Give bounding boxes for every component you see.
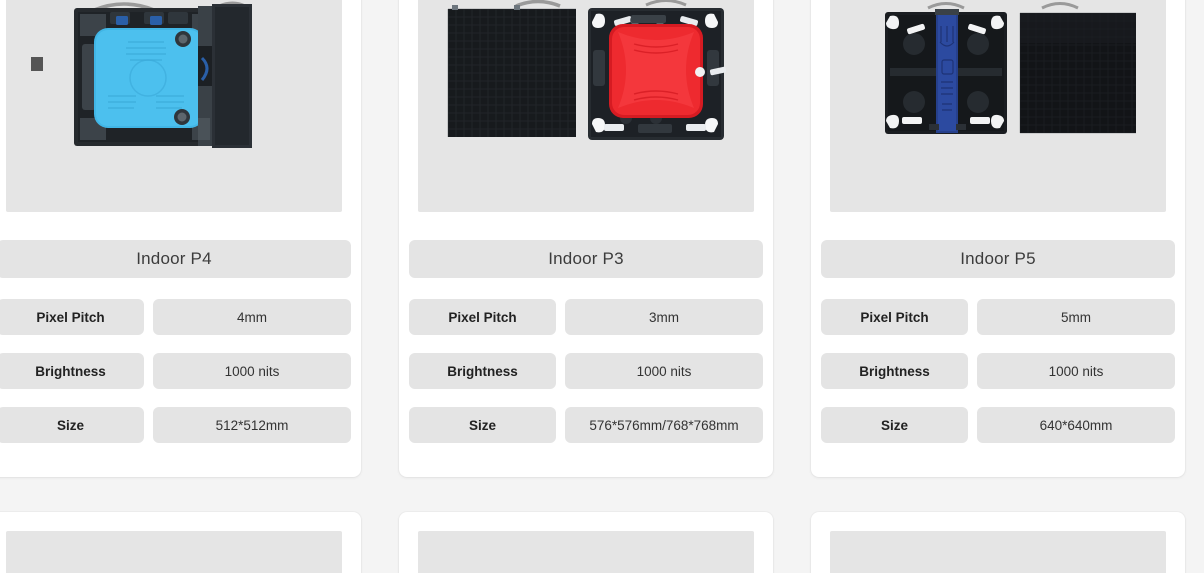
spec-row: Size 576*576mm/768*768mm <box>409 407 763 443</box>
product-card[interactable] <box>0 512 361 573</box>
product-grid-page: Indoor P4 Pixel Pitch 4mm Brightness 1000 ni… <box>0 0 1204 573</box>
spec-label: Brightness <box>0 353 144 389</box>
spec-value: 5mm <box>977 299 1175 335</box>
spec-row: Pixel Pitch 4mm <box>0 299 351 335</box>
led-cabinet-red-photo <box>428 0 744 212</box>
spec-value: 4mm <box>153 299 351 335</box>
spec-label: Brightness <box>821 353 968 389</box>
spec-value: 640*640mm <box>977 407 1175 443</box>
product-card[interactable]: Indoor P5 Pixel Pitch 5mm Brightness 1000 ni… <box>811 0 1185 477</box>
spec-label: Size <box>0 407 144 443</box>
spec-label: Pixel Pitch <box>0 299 144 335</box>
product-image <box>830 0 1166 212</box>
product-image <box>830 531 1166 573</box>
product-card[interactable] <box>399 512 773 573</box>
spec-value: 3mm <box>565 299 763 335</box>
spec-row: Pixel Pitch 5mm <box>821 299 1175 335</box>
spec-row: Brightness 1000 nits <box>409 353 763 389</box>
spec-label: Pixel Pitch <box>821 299 968 335</box>
spec-value: 1000 nits <box>153 353 351 389</box>
spec-label: Brightness <box>409 353 556 389</box>
spec-list: Pixel Pitch 4mm Brightness 1000 nits Size 512… <box>0 278 361 477</box>
spec-row: Brightness 1000 nits <box>0 353 351 389</box>
product-image <box>418 531 754 573</box>
spec-label: Size <box>409 407 556 443</box>
product-card-grid: Indoor P4 Pixel Pitch 4mm Brightness 1000 ni… <box>0 0 1204 573</box>
spec-value: 1000 nits <box>565 353 763 389</box>
product-card[interactable] <box>811 512 1185 573</box>
spec-label: Pixel Pitch <box>409 299 556 335</box>
led-cabinet-blue-photo <box>16 0 332 212</box>
spec-list: Pixel Pitch 3mm Brightness 1000 nits Size 576… <box>399 278 773 477</box>
product-title: Indoor P4 <box>0 240 351 278</box>
product-image <box>6 0 342 212</box>
spec-value: 512*512mm <box>153 407 351 443</box>
spec-row: Brightness 1000 nits <box>821 353 1175 389</box>
product-image <box>418 0 754 212</box>
product-title: Indoor P3 <box>409 240 763 278</box>
product-image <box>6 531 342 573</box>
spec-value: 1000 nits <box>977 353 1175 389</box>
spec-row: Pixel Pitch 3mm <box>409 299 763 335</box>
product-card[interactable]: Indoor P3 Pixel Pitch 3mm Brightness 1000 ni… <box>399 0 773 477</box>
led-cabinet-navy-photo <box>840 0 1156 212</box>
product-title: Indoor P5 <box>821 240 1175 278</box>
spec-list: Pixel Pitch 5mm Brightness 1000 nits Size 640… <box>811 278 1185 477</box>
product-card[interactable]: Indoor P4 Pixel Pitch 4mm Brightness 1000 ni… <box>0 0 361 477</box>
spec-value: 576*576mm/768*768mm <box>565 407 763 443</box>
spec-row: Size 640*640mm <box>821 407 1175 443</box>
spec-label: Size <box>821 407 968 443</box>
spec-row: Size 512*512mm <box>0 407 351 443</box>
